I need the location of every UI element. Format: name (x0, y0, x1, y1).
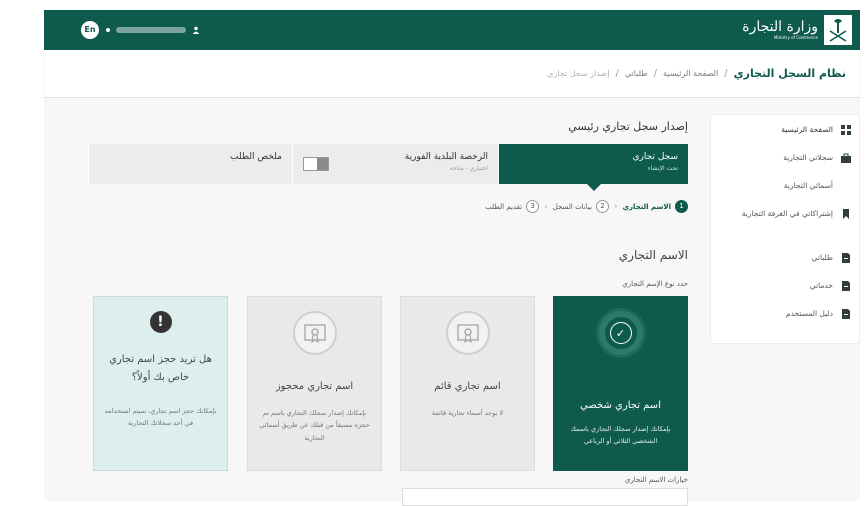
sidebar-item-my-records[interactable]: سجلاتي التجارية (711, 153, 859, 164)
trade-name-type-cards: ✓ اسم تجاري شخصي بإمكانك إصدار سجلك التج… (93, 296, 688, 471)
process-tabs: سجل تجاري تحت الإنشاء الرخصة البلدية الف… (88, 144, 688, 191)
ministry-name-en: Ministry of Commerce (774, 35, 818, 40)
tab-commercial-record[interactable]: سجل تجاري تحت الإنشاء (498, 144, 688, 191)
sidebar-item-user-guide[interactable]: دليل المستخدم (711, 309, 859, 320)
user-menu[interactable] (106, 23, 214, 37)
sidebar-item-label: الصفحة الرئيسية (781, 125, 833, 134)
sidebar-item-label: دليل المستخدم (785, 309, 833, 318)
system-title: نظام السجل التجاري (733, 67, 846, 80)
step-record-data[interactable]: 2 بيانات السجل (553, 200, 609, 213)
chevron-left-icon: ‹ (613, 201, 618, 212)
dropdown-dot-icon (106, 28, 110, 32)
tn-icon: TN (841, 183, 842, 191)
user-icon (192, 26, 200, 34)
grid-icon (841, 125, 851, 135)
sidebar-item-my-services[interactable]: خدماتي (711, 281, 859, 292)
sidebar-item-label: طلباتي (811, 253, 833, 262)
user-name-redacted (116, 27, 186, 33)
certificate-icon (303, 324, 326, 344)
saudi-emblem-icon (824, 15, 852, 45)
sidebar-item-label: أسمائي التجارية (783, 181, 833, 190)
breadcrumb-requests[interactable]: طلباتي (625, 69, 648, 78)
page-title: إصدار سجل تجاري رئيسي (568, 120, 688, 133)
document-icon (842, 253, 850, 263)
card-reserve-name-info[interactable]: ! هل تريد حجز اسم تجاري خاص بك أولاً؟ بإ… (93, 296, 228, 471)
exclamation-icon: ! (149, 311, 172, 333)
trade-name-options-label: خيارات الاسم التجاري (624, 476, 688, 484)
svg-text:TN: TN (841, 183, 842, 191)
sidebar-item-label: إشتراكاتي في الغرفة التجارية (741, 209, 833, 218)
briefcase-icon (841, 153, 851, 163)
sidebar-item-label: خدماتي (809, 281, 833, 290)
breadcrumb-bar: نظام السجل التجاري / الصفحة الرئيسية / ط… (44, 50, 860, 98)
certificate-icon (456, 324, 479, 344)
card-existing-name[interactable]: اسم تجاري قائم لا يوجد أسماء تجارية قائم… (400, 296, 535, 471)
tab-request-summary[interactable]: ملخص الطلب (88, 144, 292, 184)
trade-name-options-input[interactable] (402, 488, 688, 506)
top-header: En وزارة التجارة Ministry of Commerce (44, 10, 860, 50)
card-personal-name[interactable]: ✓ اسم تجاري شخصي بإمكانك إصدار سجلك التج… (553, 296, 688, 471)
breadcrumb-home[interactable]: الصفحة الرئيسية (663, 69, 718, 78)
active-tab-arrow (586, 184, 601, 191)
bookmark-icon (843, 209, 849, 219)
sidebar-item-trade-names[interactable]: TN أسمائي التجارية (711, 181, 859, 192)
ministry-logo[interactable]: وزارة التجارة Ministry of Commerce (742, 15, 852, 45)
sidebar-item-label: سجلاتي التجارية (783, 153, 833, 162)
main-panel: إصدار سجل تجاري رئيسي سجل تجاري تحت الإن… (88, 114, 698, 506)
sidebar: الصفحة الرئيسية سجلاتي التجارية TN أسمائ… (710, 114, 860, 344)
step-trade-name[interactable]: 1 الاسم التجاري (623, 200, 688, 213)
section-title: الاسم التجاري (618, 248, 688, 262)
document-icon (842, 281, 850, 291)
chevron-left-icon: ‹ (544, 201, 548, 212)
document-icon (842, 309, 850, 319)
tab-municipal-license[interactable]: الرخصة البلدية الفورية اختياري - متاحة (292, 144, 498, 184)
breadcrumb-current: إصدار سجل تجاري (547, 69, 610, 78)
ministry-name-ar: وزارة التجارة (742, 19, 818, 35)
breadcrumb: نظام السجل التجاري / الصفحة الرئيسية / ط… (547, 67, 846, 80)
license-toggle[interactable] (303, 157, 329, 171)
language-toggle-button[interactable]: En (81, 21, 99, 39)
check-icon: ✓ (609, 322, 632, 344)
card-reserved-name[interactable]: اسم تجاري محجوز بإمكانك إصدار سجلك التجا… (247, 296, 382, 471)
step-submit[interactable]: 3 تقديم الطلب (485, 200, 540, 213)
sidebar-item-chamber-subscriptions[interactable]: إشتراكاتي في الغرفة التجارية (711, 209, 859, 220)
trade-name-type-label: حدد نوع الإسم التجاري (622, 280, 688, 288)
sidebar-item-home[interactable]: الصفحة الرئيسية (711, 125, 859, 136)
wizard-steps: 1 الاسم التجاري ‹ 2 بيانات السجل ‹ 3 تقد… (485, 200, 688, 213)
sidebar-item-my-requests[interactable]: طلباتي (711, 253, 859, 264)
